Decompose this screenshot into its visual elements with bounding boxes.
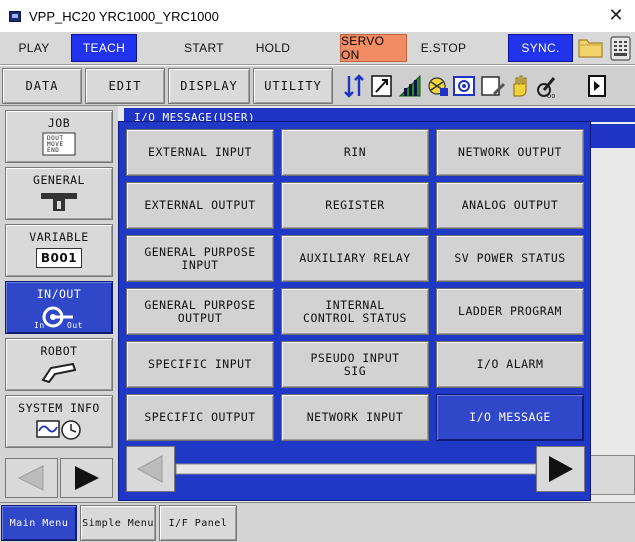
submenu-rin[interactable]: RIN bbox=[281, 129, 429, 176]
in-out-submenu: EXTERNAL INPUT RIN NETWORK OUTPUT EXTERN… bbox=[118, 121, 591, 501]
menu-job[interactable]: JOB DOUT MOVE END bbox=[5, 110, 113, 163]
edit-menu-button[interactable]: EDIT bbox=[85, 68, 165, 104]
camera-icon[interactable] bbox=[452, 72, 476, 100]
tab-main-menu[interactable]: Main Menu bbox=[1, 505, 77, 541]
menu-in-out[interactable]: IN/OUT In Out bbox=[5, 281, 113, 334]
menu-job-label: JOB bbox=[47, 116, 71, 130]
submenu-network-input[interactable]: NETWORK INPUT bbox=[281, 394, 429, 441]
tool-icon[interactable] bbox=[370, 72, 394, 100]
submenu-external-output[interactable]: EXTERNAL OUTPUT bbox=[126, 182, 274, 229]
app-icon bbox=[9, 10, 21, 22]
variable-badge: B001 bbox=[36, 248, 82, 268]
robot-icon bbox=[41, 362, 77, 384]
menu-system-info[interactable]: SYSTEM INFO bbox=[5, 395, 113, 448]
play-button[interactable]: PLAY bbox=[2, 34, 66, 62]
menu-robot[interactable]: ROBOT bbox=[5, 338, 113, 391]
coordinate-icon[interactable] bbox=[342, 72, 366, 100]
main-menu-column: JOB DOUT MOVE END GENERAL VARIABLE B001 … bbox=[0, 106, 118, 502]
menu-general-label: GENERAL bbox=[33, 173, 85, 187]
window-titlebar: VPP_HC20 YRC1000_YRC1000 ✕ bbox=[0, 0, 635, 32]
menu-general[interactable]: GENERAL bbox=[5, 167, 113, 220]
submenu-register[interactable]: REGISTER bbox=[281, 182, 429, 229]
close-button[interactable]: ✕ bbox=[605, 6, 627, 26]
submenu-io-alarm[interactable]: I/O ALARM bbox=[436, 341, 584, 388]
submenu-external-input[interactable]: EXTERNAL INPUT bbox=[126, 129, 274, 176]
menu-robot-label: ROBOT bbox=[40, 344, 78, 358]
submenu-specific-output[interactable]: SPECIFIC OUTPUT bbox=[126, 394, 274, 441]
submenu-general-purpose-output[interactable]: GENERAL PURPOSE OUTPUT bbox=[126, 288, 274, 335]
submenu-specific-input[interactable]: SPECIFIC INPUT bbox=[126, 341, 274, 388]
submenu-network-output[interactable]: NETWORK OUTPUT bbox=[436, 129, 584, 176]
general-icon bbox=[41, 193, 77, 211]
utility-menu-button[interactable]: UTILITY bbox=[253, 68, 333, 104]
page-icon[interactable] bbox=[586, 72, 608, 100]
status-icon-bar: oo bbox=[338, 68, 635, 104]
cycle-icon[interactable]: oo bbox=[534, 72, 558, 100]
data-menu-button[interactable]: DATA bbox=[2, 68, 82, 104]
submenu-scrollbar[interactable] bbox=[126, 446, 585, 498]
submenu-internal-control-status[interactable]: INTERNAL CONTROL STATUS bbox=[281, 288, 429, 335]
folder-icon[interactable] bbox=[577, 35, 604, 60]
submenu-io-message[interactable]: I/O MESSAGE bbox=[436, 394, 584, 441]
in-out-icon: In Out bbox=[34, 306, 83, 329]
menu-variable[interactable]: VARIABLE B001 bbox=[5, 224, 113, 277]
window-title: VPP_HC20 YRC1000_YRC1000 bbox=[29, 8, 219, 24]
in-out-icon-in: In bbox=[34, 321, 45, 329]
estop-button[interactable]: E.STOP bbox=[411, 34, 476, 62]
display-menu-button[interactable]: DISPLAY bbox=[168, 68, 250, 104]
hold-button[interactable]: HOLD bbox=[241, 34, 305, 62]
bottom-tab-bar: Main Menu Simple Menu I/F Panel bbox=[0, 502, 635, 542]
menu-variable-label: VARIABLE bbox=[29, 230, 89, 244]
job-icon-line-3: END bbox=[47, 147, 59, 154]
tab-simple-menu[interactable]: Simple Menu bbox=[80, 505, 156, 541]
in-out-icon-out: Out bbox=[67, 321, 83, 329]
menu-system-info-label: SYSTEM INFO bbox=[18, 401, 100, 415]
content-header-row bbox=[590, 124, 635, 148]
submenu-sv-power-status[interactable]: SV POWER STATUS bbox=[436, 235, 584, 282]
servo-on-button[interactable]: SERVO ON bbox=[340, 34, 407, 62]
svg-text:oo: oo bbox=[547, 92, 555, 100]
tab-if-panel[interactable]: I/F Panel bbox=[159, 505, 237, 541]
hand-icon[interactable] bbox=[508, 72, 532, 100]
security-icon[interactable] bbox=[426, 72, 450, 100]
speed-icon[interactable] bbox=[398, 72, 422, 100]
job-icon: DOUT MOVE END bbox=[42, 132, 76, 156]
submenu-pseudo-input-sig[interactable]: PSEUDO INPUT SIG bbox=[281, 341, 429, 388]
teach-button[interactable]: TEACH bbox=[71, 34, 137, 62]
submenu-general-purpose-input[interactable]: GENERAL PURPOSE INPUT bbox=[126, 235, 274, 282]
submenu-auxiliary-relay[interactable]: AUXILIARY RELAY bbox=[281, 235, 429, 282]
start-button[interactable]: START bbox=[172, 34, 236, 62]
sync-button[interactable]: SYNC. bbox=[508, 34, 573, 62]
edit-lock-icon[interactable] bbox=[480, 72, 506, 100]
top-control-row: PLAY TEACH START HOLD SERVO ON E.STOP SY… bbox=[0, 32, 635, 65]
left-menu-scroll[interactable] bbox=[5, 458, 113, 498]
system-info-icon bbox=[36, 420, 81, 440]
content-scroll-right[interactable] bbox=[590, 455, 635, 495]
keyboard-icon[interactable] bbox=[608, 35, 633, 61]
submenu-ladder-program[interactable]: LADDER PROGRAM bbox=[436, 288, 584, 335]
submenu-analog-output[interactable]: ANALOG OUTPUT bbox=[436, 182, 584, 229]
menu-in-out-label: IN/OUT bbox=[36, 287, 82, 301]
